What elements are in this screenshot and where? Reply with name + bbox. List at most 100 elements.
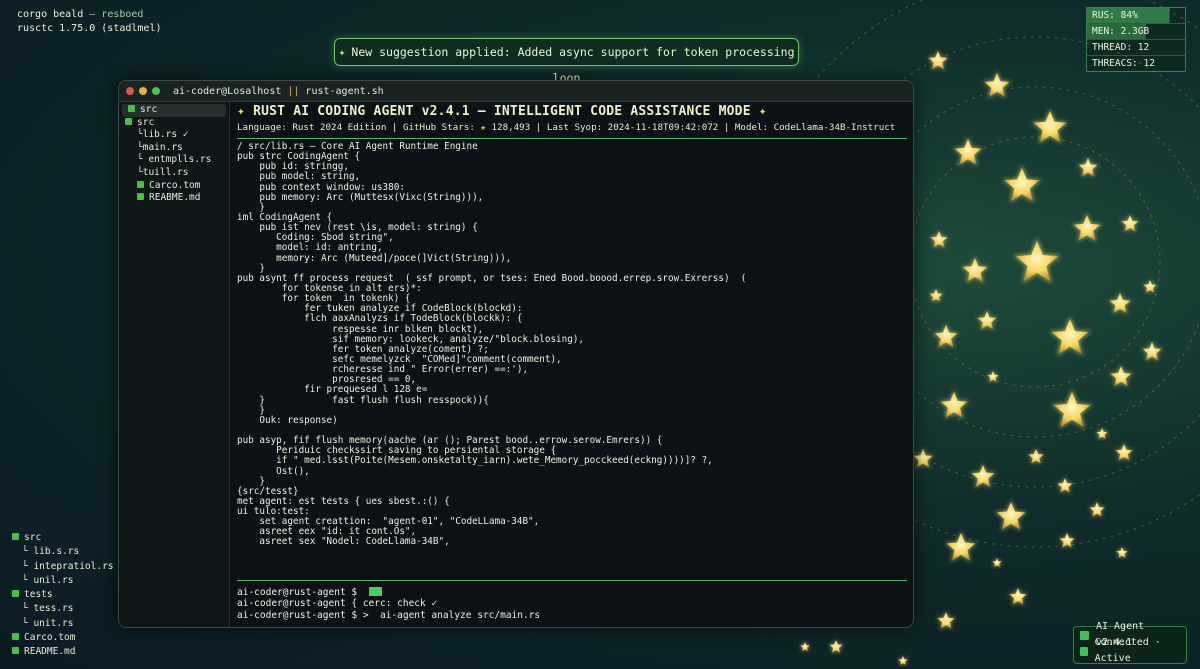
divider [237, 579, 907, 581]
code-line: } fast flush flush resspock)){ [237, 394, 489, 406]
star-icon [930, 231, 948, 248]
project-tree-item[interactable]: └ lib.s.rs [12, 545, 114, 559]
project-tree-item[interactable]: Carco.tom [12, 631, 114, 645]
star-icon [996, 502, 1026, 530]
window-host: ai-coder@Losalhost [173, 85, 282, 97]
code-line: flch aaxAnalyzs if TodeBlock(blockk): { [237, 313, 523, 325]
star-icon [940, 392, 968, 418]
code-line: asreet sex "Nodel: CodeLlama-34B", [237, 536, 450, 548]
sidebar-item-label: Carco.tom [149, 179, 201, 191]
minimize-icon[interactable] [139, 87, 147, 95]
prompt-line[interactable]: ai-coder@rust-agent { cerc: check ✓ [237, 598, 907, 610]
terminal-prompt[interactable]: ai-coder@rust-agent $ ai-coder@rust-agen… [237, 579, 907, 622]
title-separator: || [287, 85, 300, 97]
code-line: } [237, 201, 265, 213]
editor-pane: ✦ RUST AI CODING AGENT v2.4.1 — INTELLIG… [237, 103, 907, 627]
star-icon [954, 139, 982, 165]
star-icon [800, 642, 810, 651]
project-tree-item[interactable]: └ unit.rs [12, 617, 114, 631]
folder-icon [12, 590, 19, 598]
prompt-text: ai-coder@rust-agent { cerc: check ✓ [237, 598, 438, 609]
star-icon [929, 289, 943, 302]
folder-icon [137, 180, 144, 188]
project-tree-item[interactable]: └ intepratiol.rs [12, 560, 114, 574]
star-icon [1009, 588, 1027, 605]
terminal-window[interactable]: ai-coder@Losalhost || rust-agent.sh src s… [118, 80, 914, 628]
file-explorer: src src └lib.rs ✓ └main.rs └ entmplls.rs └tui… [119, 102, 230, 627]
folder-icon [137, 193, 144, 201]
project-tree-label: └ unit.rs [22, 617, 74, 629]
star-icon [928, 51, 948, 70]
star-icon [1110, 366, 1132, 386]
sidebar-item-label: REABME.md [149, 192, 201, 204]
status-square-icon [1080, 630, 1089, 640]
star-icon: ★ [480, 122, 486, 133]
code-line: met agent: est tests { ues sbest.:() { [237, 495, 450, 507]
code-line: if " med.lsst(Poite(Mesem.onsketalty_iar… [237, 455, 713, 467]
star-icon [1004, 168, 1040, 201]
sidebar-item[interactable]: src [119, 117, 229, 130]
code-line: fir prequesed l 128 e= [237, 384, 428, 396]
project-tree-item[interactable]: tests [12, 588, 114, 602]
sidebar-item[interactable]: └main.rs [119, 142, 229, 155]
project-tree-label: └ lib.s.rs [22, 546, 80, 558]
sidebar-item[interactable]: └lib.rs ✓ [119, 129, 229, 142]
folder-icon [12, 633, 19, 641]
star-icon [971, 465, 995, 487]
star-icon [1089, 502, 1105, 517]
close-icon[interactable] [126, 87, 134, 95]
code-line: Ost(), [237, 465, 310, 477]
folder-icon [12, 533, 19, 540]
star-icon [1121, 215, 1139, 232]
sidebar-item[interactable]: REABME.md [119, 192, 229, 205]
project-tree: src └ lib.s.rs └ intepratiol.rs └ unil.rs te… [12, 531, 114, 660]
sparkle-icon: ✦ [758, 104, 767, 119]
star-icon [977, 311, 997, 330]
prompt-text: ai-coder@rust-agent $ [237, 586, 369, 598]
folder-icon [128, 105, 135, 112]
star-icon [898, 656, 908, 665]
status-square-icon [1080, 646, 1088, 656]
project-tree-item[interactable]: src [12, 531, 114, 545]
code-line: Ouk: response) [237, 414, 338, 426]
star-icon [1143, 280, 1157, 293]
title-bar[interactable]: ai-coder@Losalhost || rust-agent.sh [119, 81, 913, 102]
star-icon [913, 449, 933, 468]
maximize-icon[interactable] [152, 87, 160, 95]
project-tree-label: Carco.tom [24, 632, 76, 644]
sidebar-item-label: └lib.rs ✓ [137, 129, 189, 141]
star-icon [1028, 449, 1044, 464]
sidebar-item[interactable]: Carco.tom [119, 180, 229, 193]
prompt-line[interactable]: ai-coder@rust-agent $ > ai-agent analyze… [237, 610, 907, 622]
sidebar-item[interactable]: └ entmplls.rs [119, 154, 229, 167]
sidebar-item-label: └tuill.rs [137, 166, 189, 178]
sidebar-item[interactable]: └tuill.rs [119, 167, 229, 180]
sparkle-icon: ✦ [237, 104, 246, 119]
star-icon [1053, 392, 1091, 427]
star-icon [934, 325, 958, 347]
prompt-line[interactable]: ai-coder@rust-agent $ [237, 586, 907, 599]
project-tree-item[interactable]: README.md [12, 645, 114, 659]
agent-meta: Language: Rust 2024 Edition | GitHub Sta… [237, 121, 907, 134]
project-tree-label: └ unil.rs [22, 574, 74, 586]
project-tree-item[interactable]: └ tess.rs [12, 602, 114, 616]
star-icon [1115, 444, 1133, 461]
meta-left: Language: Rust 2024 Edition | GitHub Sta… [237, 122, 475, 133]
star-icon [829, 640, 843, 653]
sidebar-item-label: └main.rs [137, 141, 183, 153]
code-line: } [237, 475, 265, 487]
divider [237, 138, 907, 139]
star-icon [1073, 215, 1101, 241]
project-tree-label: └ tess.rs [22, 603, 74, 615]
sidebar-item[interactable]: src [122, 104, 226, 117]
code-view[interactable]: / src/lib.rs — Core AI Agent Runtime Eng… [237, 141, 907, 548]
window-file: rust-agent.sh [305, 85, 384, 97]
sidebar-item-label: src [137, 116, 155, 128]
folder-icon [125, 117, 132, 125]
star-icon [1059, 533, 1075, 548]
star-icon [937, 612, 955, 629]
star-icon [1116, 547, 1128, 558]
project-tree-item[interactable]: └ unil.rs [12, 574, 114, 588]
star-icon [992, 558, 1002, 567]
agent-title: ✦ RUST AI CODING AGENT v2.4.1 — INTELLIG… [237, 103, 907, 121]
